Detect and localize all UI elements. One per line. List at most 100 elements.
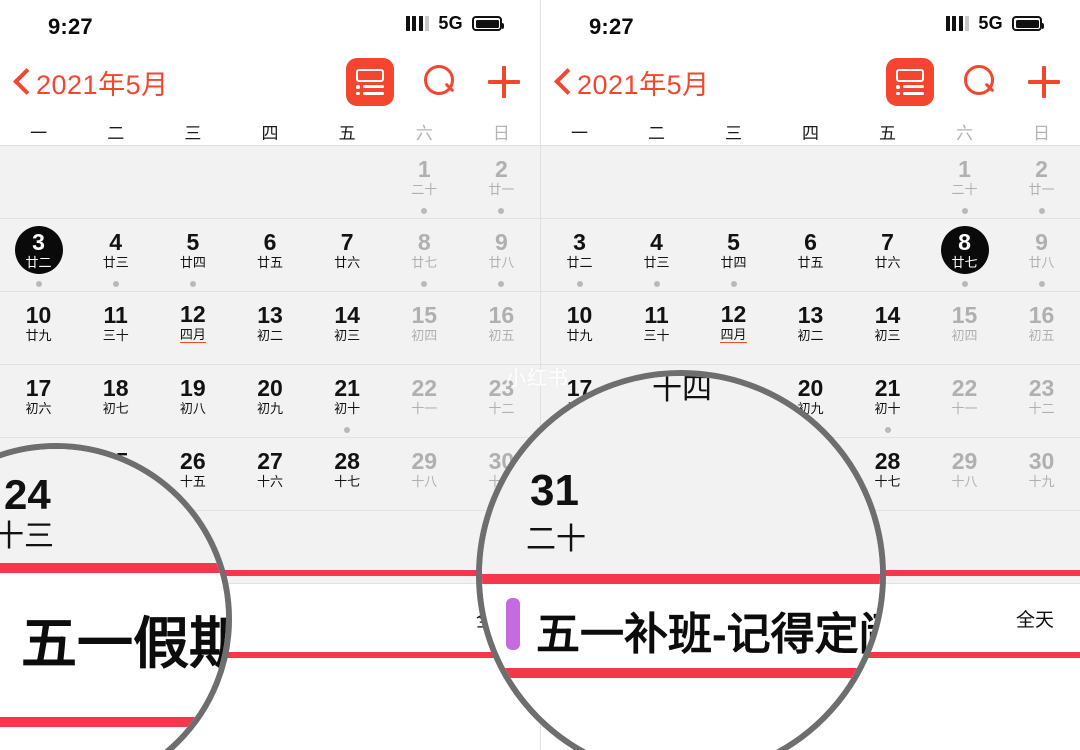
calendar-day-cell[interactable]: 7 廿六 <box>849 219 926 291</box>
calendar-day-cell[interactable]: 15 初四 <box>926 292 1003 364</box>
calendar-day-cell[interactable]: 29 十八 <box>386 438 463 510</box>
day-number: 23 <box>1028 375 1055 401</box>
calendar-day-cell[interactable]: 22 十一 <box>926 365 1003 437</box>
event-indicator-dot <box>344 427 351 433</box>
calendar-day-cell[interactable]: 18初七 <box>77 365 154 437</box>
calendar-day-cell[interactable]: 11 三十 <box>77 292 154 364</box>
calendar-day-cell[interactable]: 27十六 <box>231 438 308 510</box>
magnifier-circle-left: 24 十三 五一假期 <box>0 443 232 750</box>
calendar-day-cell[interactable]: 28 十七 <box>309 438 386 510</box>
calendar-day-cell[interactable]: 15 初四 <box>386 292 463 364</box>
nav-bar-left: 2021年5月 <box>0 46 540 118</box>
calendar-day-cell[interactable]: 14 初三 <box>309 292 386 364</box>
event-indicator-dot <box>35 281 42 287</box>
lunar-date-label: 廿八 <box>488 255 515 270</box>
calendar-day-cell[interactable]: 5 廿四 <box>695 219 772 291</box>
calendar-day-cell[interactable]: 6 廿五 <box>231 219 308 291</box>
calendar-day-cell[interactable]: 1 二十 <box>926 146 1003 218</box>
list-view-icon[interactable] <box>886 58 934 106</box>
lunar-date-label: 十二 <box>1028 401 1055 416</box>
day-number: 16 <box>488 302 515 328</box>
plus-icon[interactable] <box>488 65 522 99</box>
calendar-day-cell[interactable]: 23十二 <box>1003 365 1080 437</box>
day-content: 1 二十 <box>400 153 448 201</box>
calendar-day-cell[interactable]: 13 初二 <box>772 292 849 364</box>
event-indicator-dot <box>961 281 968 287</box>
day-number: 19 <box>180 375 206 401</box>
calendar-day-cell[interactable]: 14 初三 <box>849 292 926 364</box>
day-content: 7 廿六 <box>864 226 912 274</box>
day-content: 15 初四 <box>400 299 448 347</box>
day-number: 7 <box>881 229 894 255</box>
calendar-day-cell[interactable]: 30十九 <box>1003 438 1080 510</box>
day-content: 14 初三 <box>323 299 371 347</box>
calendar-day-cell[interactable]: 2 廿一 <box>463 146 540 218</box>
calendar-cell-empty <box>154 146 231 218</box>
day-number: 8 <box>417 229 431 255</box>
calendar-cell-empty <box>849 146 926 218</box>
calendar-day-cell[interactable]: 2 廿一 <box>1003 146 1080 218</box>
lunar-date-label: 初四 <box>411 328 438 343</box>
calendar-day-cell[interactable]: 10 廿九 <box>541 292 618 364</box>
battery-full-icon <box>472 16 504 31</box>
calendar-day-cell[interactable]: 8 廿七 <box>926 219 1003 291</box>
day-content: 28 十七 <box>323 445 371 493</box>
day-content: 4 廿三 <box>92 226 140 274</box>
calendar-day-cell[interactable]: 9 廿八 <box>1003 219 1080 291</box>
lunar-date-label: 初五 <box>1028 328 1055 343</box>
calendar-day-cell[interactable]: 12 四月 <box>154 292 231 364</box>
list-view-icon[interactable] <box>346 58 394 106</box>
lunar-date-label: 初九 <box>256 401 283 416</box>
calendar-day-cell[interactable]: 16 初五 <box>463 292 540 364</box>
calendar-day-cell[interactable]: 7 廿六 <box>309 219 386 291</box>
calendar-day-cell[interactable]: 22 十一 <box>386 365 463 437</box>
event-indicator-dot <box>189 281 196 287</box>
event-indicator-dot <box>421 208 428 214</box>
calendar-day-cell[interactable]: 20初九 <box>231 365 308 437</box>
day-content: 19初八 <box>169 372 217 420</box>
lunar-date-label: 廿九 <box>25 328 52 343</box>
status-indicators: 5G <box>405 13 504 34</box>
chevron-left-icon <box>555 69 570 95</box>
day-content: 6 廿五 <box>787 226 835 274</box>
day-number: 22 <box>951 375 978 401</box>
calendar-day-cell[interactable]: 21 初十 <box>309 365 386 437</box>
calendar-day-cell[interactable]: 11 三十 <box>618 292 695 364</box>
day-number: 11 <box>644 302 669 328</box>
calendar-cell-empty <box>0 146 77 218</box>
event-indicator-dot <box>961 208 968 214</box>
lunar-date-label: 三十 <box>643 328 670 343</box>
calendar-day-cell[interactable]: 29 十八 <box>926 438 1003 510</box>
calendar-day-cell[interactable]: 10 廿九 <box>0 292 77 364</box>
search-icon[interactable] <box>424 65 458 99</box>
event-indicator-dot <box>112 281 119 287</box>
calendar-day-cell[interactable]: 17初六 <box>0 365 77 437</box>
weekday-header-left: 一二三四五六日 <box>0 118 540 146</box>
calendar-week-row: 10 廿九 11 三十 12 四月 13 初二 14 初三 15 初四 16 初五 <box>541 292 1080 365</box>
calendar-day-cell[interactable]: 12 四月 <box>695 292 772 364</box>
back-button[interactable]: 2021年5月 <box>14 63 169 102</box>
calendar-day-cell[interactable]: 13 初二 <box>231 292 308 364</box>
calendar-day-cell[interactable]: 4 廿三 <box>77 219 154 291</box>
calendar-day-cell[interactable]: 9 廿八 <box>463 219 540 291</box>
calendar-day-cell[interactable]: 6 廿五 <box>772 219 849 291</box>
calendar-day-cell[interactable]: 3 廿二 <box>0 219 77 291</box>
plus-icon[interactable] <box>1028 65 1062 99</box>
calendar-day-cell[interactable]: 4 廿三 <box>618 219 695 291</box>
back-button[interactable]: 2021年5月 <box>555 63 710 102</box>
calendar-day-cell[interactable]: 19初八 <box>154 365 231 437</box>
day-number: 1 <box>958 156 971 182</box>
calendar-day-cell[interactable]: 3 廿二 <box>541 219 618 291</box>
calendar-day-cell[interactable]: 5 廿四 <box>154 219 231 291</box>
status-indicators: 5G <box>945 13 1044 34</box>
calendar-day-cell[interactable]: 1 二十 <box>386 146 463 218</box>
day-number: 4 <box>650 229 663 255</box>
lunar-date-label: 廿四 <box>720 255 747 270</box>
event-indicator-dot <box>498 281 505 287</box>
calendar-day-cell[interactable]: 8 廿七 <box>386 219 463 291</box>
weekday-2: 二 <box>107 124 125 143</box>
day-content: 7 廿六 <box>323 226 371 274</box>
search-icon[interactable] <box>964 65 998 99</box>
calendar-day-cell[interactable]: 16 初五 <box>1003 292 1080 364</box>
selected-day-marker: 8 廿七 <box>940 226 989 274</box>
